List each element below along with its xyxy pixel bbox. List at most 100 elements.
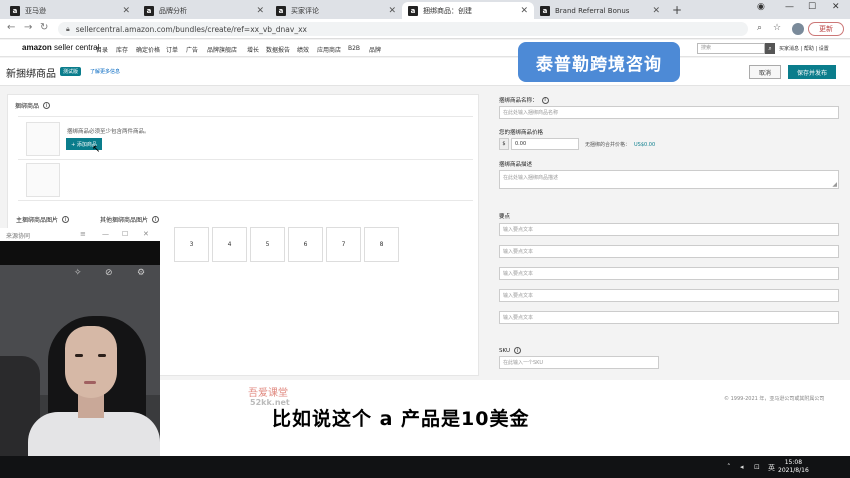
nav-item-inventory[interactable]: 库存 [116, 45, 128, 54]
image-upload-slot[interactable]: 4 [212, 227, 247, 262]
url-input[interactable]: 🔒︎ sellercentral.amazon.com/bundles/crea… [58, 22, 748, 36]
beauty-icon[interactable]: ✧ [74, 268, 82, 278]
tab-bundle-create[interactable]: a 捆绑商品：创建 ✕ [402, 2, 534, 19]
image-upload-slot[interactable]: 8 [364, 227, 399, 262]
maximize-icon[interactable]: ☐ [808, 2, 816, 12]
info-icon[interactable]: i [43, 102, 51, 109]
zoom-icon[interactable]: ⌕ [757, 23, 762, 33]
reload-icon[interactable]: ↻ [40, 22, 48, 33]
image-upload-slot[interactable]: 5 [250, 227, 285, 262]
watermark-text: 吾爱课堂 [248, 388, 288, 399]
info-icon[interactable]: i [513, 347, 521, 354]
close-icon[interactable]: ✕ [652, 6, 660, 16]
save-and-publish-button[interactable]: 保存并发布 [788, 65, 836, 79]
tab-title: 品牌分析 [159, 6, 187, 15]
webcam-title: 来源协同 [6, 233, 31, 240]
maximize-icon[interactable]: ☐ [122, 230, 128, 238]
ime-icon[interactable]: ⊡ [754, 463, 760, 471]
close-icon[interactable]: ✕ [256, 6, 264, 16]
product-row-divider [18, 200, 473, 201]
address-bar: ← → ↻ 🔒︎ sellercentral.amazon.com/bundle… [0, 19, 850, 39]
combined-price-text: 无捆绑的合并价格： US$0.00 [585, 142, 656, 148]
bullet-point-input[interactable]: 输入要点文本 [499, 289, 839, 302]
input-language[interactable]: 英 [768, 463, 775, 473]
product-image-slot [26, 163, 60, 197]
close-icon[interactable]: ✕ [122, 6, 130, 16]
nav-item-catalog[interactable]: 目录 [96, 45, 108, 54]
header-links[interactable]: 买家消息 | 帮助 | 设置 [779, 45, 829, 52]
volume-icon[interactable]: ◂ [740, 463, 744, 471]
tab-brand-analytics[interactable]: a 品牌分析 ✕ [138, 2, 270, 19]
info-icon[interactable]: i [62, 216, 70, 223]
person-eye [98, 354, 106, 357]
tab-brand-referral[interactable]: a Brand Referral Bonus ✕ [534, 2, 666, 19]
url-text: sellercentral.amazon.com/bundles/create/… [75, 24, 307, 34]
lock-icon: 🔒︎ [66, 24, 70, 33]
resize-grip-icon[interactable]: ◢ [832, 181, 837, 188]
system-clock[interactable]: 15:08 2021/8/16 [778, 459, 809, 475]
amazon-seller-central-logo[interactable]: amazon seller central [22, 43, 99, 52]
effects-icon[interactable]: ⊘ [105, 268, 113, 278]
nav-item-stores[interactable]: 品牌旗舰店 [207, 45, 237, 54]
nav-item-growth[interactable]: 增长 [247, 45, 259, 54]
nav-item-advertising[interactable]: 广告 [186, 45, 198, 54]
amazon-favicon-icon: a [144, 5, 154, 16]
close-icon[interactable]: ✕ [388, 6, 396, 16]
bullet-point-input[interactable]: 输入要点文本 [499, 245, 839, 258]
mouse-cursor-icon: ↖ [92, 144, 101, 155]
close-icon[interactable]: ✕ [143, 230, 149, 238]
amazon-favicon-icon: a [276, 5, 286, 16]
combined-price-value: US$0.00 [634, 142, 656, 148]
search-input[interactable]: 搜索 [697, 43, 765, 54]
new-tab-button[interactable]: + [672, 3, 682, 17]
nav-item-pricing[interactable]: 确定价格 [136, 45, 160, 54]
star-icon[interactable]: ☆ [773, 23, 781, 33]
browser-tab-bar: a 亚马逊 ✕ a 品牌分析 ✕ a 买家评论 ✕ a 捆绑商品：创建 ✕ a … [0, 0, 850, 19]
bundle-price-input[interactable]: 0.00 [511, 138, 579, 150]
nav-item-reports[interactable]: 数据报告 [266, 45, 290, 54]
nav-item-brands[interactable]: 品牌 [369, 45, 381, 54]
nav-item-b2b[interactable]: B2B [348, 45, 360, 52]
webcam-title-bar[interactable]: 来源协同 ≡ — ☐ ✕ [0, 228, 160, 241]
image-upload-slot[interactable]: 7 [326, 227, 361, 262]
tab-buyer-reviews[interactable]: a 买家评论 ✕ [270, 2, 402, 19]
amazon-favicon-icon: a [408, 5, 418, 16]
bullet-point-input[interactable]: 输入要点文本 [499, 311, 839, 324]
bundle-description-textarea[interactable]: 在此处输入捆绑商品描述 ◢ [499, 170, 839, 189]
webcam-window: 来源协同 ≡ — ☐ ✕ ✧ ⊘ ⚙ [0, 228, 160, 478]
close-icon[interactable]: ✕ [520, 6, 528, 16]
avatar[interactable] [792, 23, 804, 35]
image-upload-slot[interactable]: 6 [288, 227, 323, 262]
tab-amazon[interactable]: a 亚马逊 ✕ [4, 2, 136, 19]
currency-symbol: $ [499, 138, 509, 150]
bullet-point-input[interactable]: 输入要点文本 [499, 267, 839, 280]
bundle-hint: 捆绑商品必须至少包含两件商品。 [67, 129, 150, 135]
image-upload-slot[interactable]: 3 [174, 227, 209, 262]
record-icon[interactable]: ◉ [757, 2, 765, 12]
back-icon[interactable]: ← [7, 22, 15, 33]
beta-badge: 测试版 [60, 67, 82, 76]
close-window-icon[interactable]: ✕ [832, 2, 840, 12]
bundle-name-input[interactable]: 在此处输入捆绑商品名称 [499, 106, 839, 119]
nav-item-orders[interactable]: 订单 [166, 45, 178, 54]
nav-item-appstore[interactable]: 应用商店 [317, 45, 341, 54]
learn-more-link[interactable]: 了解更多信息 [90, 68, 120, 75]
watermark-banner: 泰普勒跨境咨询 [518, 42, 680, 82]
minimize-icon[interactable]: — [785, 2, 794, 12]
sku-input[interactable]: 在此输入一个SKU [499, 356, 659, 369]
forward-icon[interactable]: → [24, 22, 32, 33]
info-icon[interactable]: i [541, 96, 549, 104]
minimize-icon[interactable]: — [102, 230, 109, 238]
bullet-points-label: 要点 [499, 214, 511, 220]
bullet-point-input[interactable]: 输入要点文本 [499, 223, 839, 236]
settings-gear-icon[interactable]: ⚙ [137, 268, 145, 278]
update-button[interactable]: 更新 [808, 22, 844, 36]
menu-icon[interactable]: ≡ [80, 230, 86, 238]
nav-item-performance[interactable]: 绩效 [297, 45, 309, 54]
info-icon[interactable]: i [152, 216, 160, 223]
cancel-button[interactable]: 取消 [749, 65, 781, 79]
tray-expand-icon[interactable]: ˄ [727, 463, 731, 471]
windows-taskbar: ˄ ◂ ⊡ 英 15:08 2021/8/16 [0, 456, 850, 478]
search-icon[interactable]: ⌕ [765, 43, 775, 54]
tab-title: 亚马逊 [25, 6, 46, 15]
